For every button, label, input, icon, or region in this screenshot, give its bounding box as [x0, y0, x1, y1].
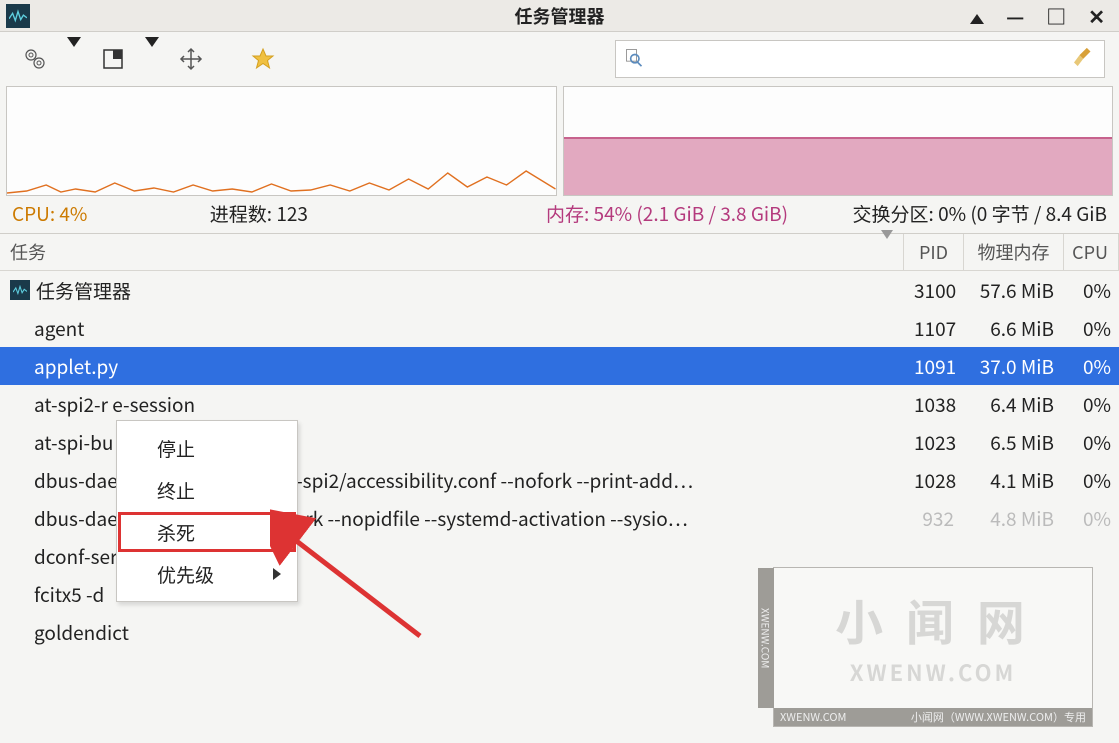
- window-close-button[interactable]: ✕: [1088, 1, 1105, 30]
- context-menu-item[interactable]: 优先级: [117, 553, 297, 595]
- process-mem-cell: 6.6 MiB: [964, 315, 1064, 342]
- search-icon: [624, 47, 644, 72]
- process-name-cell: 任务管理器: [0, 277, 904, 304]
- process-cpu-cell: 0%: [1064, 505, 1119, 532]
- process-cpu-cell: 0%: [1064, 391, 1119, 418]
- col-header-cpu[interactable]: CPU: [1064, 234, 1119, 270]
- process-cpu-cell: 0%: [1064, 467, 1119, 494]
- search-input[interactable]: [652, 47, 1066, 71]
- process-cpu-cell: 0%: [1064, 315, 1119, 342]
- swap-stat: 交换分区: 0% (0 字节 / 8.4 GiB: [853, 200, 1107, 227]
- title-bar: 任务管理器 — □ ✕: [0, 0, 1119, 32]
- process-name-cell: at-spi2-r e-session: [0, 391, 904, 418]
- window-up-icon[interactable]: [970, 1, 984, 30]
- watermark-overlay: XWENW.COM 小 闻 网 XWENW.COM XWENW.COM小闻网（W…: [773, 567, 1093, 727]
- view-dropdown[interactable]: [140, 41, 164, 77]
- window-maximize-button[interactable]: □: [1046, 1, 1066, 30]
- table-row[interactable]: applet.py109137.0 MiB0%: [0, 347, 1119, 385]
- process-name-cell: agent: [0, 315, 904, 342]
- window-minimize-button[interactable]: —: [1006, 1, 1024, 30]
- window-title: 任务管理器: [0, 3, 1119, 29]
- context-menu-item[interactable]: 杀死: [117, 511, 297, 553]
- gear-icon[interactable]: [14, 41, 56, 77]
- app-icon: [6, 4, 30, 28]
- context-menu: 停止终止杀死优先级: [116, 420, 298, 602]
- col-header-name[interactable]: 任务: [0, 234, 904, 270]
- process-pid-cell: 932: [904, 505, 964, 532]
- cpu-stat: CPU: 4%: [12, 200, 210, 227]
- context-menu-item[interactable]: 停止: [117, 427, 297, 469]
- process-name-cell: applet.py: [0, 353, 904, 380]
- process-mem-cell: 57.6 MiB: [964, 277, 1064, 304]
- process-mem-cell: 37.0 MiB: [964, 353, 1064, 380]
- table-row[interactable]: at-spi2-r e-session10386.4 MiB0%: [0, 385, 1119, 423]
- memory-stat: 内存: 54% (2.1 GiB / 3.8 GiB): [546, 200, 853, 227]
- col-header-mem[interactable]: 物理内存: [964, 234, 1064, 270]
- process-mem-cell: 6.4 MiB: [964, 391, 1064, 418]
- process-cpu-cell: 0%: [1064, 277, 1119, 304]
- process-pid-cell: 1028: [904, 467, 964, 494]
- process-cpu-cell: 0%: [1064, 353, 1119, 380]
- col-header-pid[interactable]: PID: [904, 234, 964, 270]
- sort-indicator-icon: [881, 239, 893, 265]
- table-row[interactable]: agent11076.6 MiB0%: [0, 309, 1119, 347]
- search-box[interactable]: [615, 40, 1105, 78]
- gear-dropdown[interactable]: [62, 41, 86, 77]
- process-pid-cell: 1107: [904, 315, 964, 342]
- stats-bar: CPU: 4% 进程数: 123 内存: 54% (2.1 GiB / 3.8 …: [0, 196, 1119, 233]
- process-mem-cell: 4.1 MiB: [964, 467, 1064, 494]
- move-icon[interactable]: [170, 41, 212, 77]
- toolbar: [0, 32, 1119, 86]
- process-pid-cell: 1038: [904, 391, 964, 418]
- process-cpu-cell: 0%: [1064, 429, 1119, 456]
- process-mem-cell: 4.8 MiB: [964, 505, 1064, 532]
- process-pid-cell: 3100: [904, 277, 964, 304]
- process-pid-cell: 1023: [904, 429, 964, 456]
- process-count-stat: 进程数: 123: [210, 200, 546, 227]
- star-icon[interactable]: [242, 41, 284, 77]
- graphs-row: [0, 86, 1119, 196]
- memory-graph: [563, 86, 1114, 196]
- broom-icon[interactable]: [1074, 46, 1096, 73]
- context-menu-item[interactable]: 终止: [117, 469, 297, 511]
- cpu-graph: [6, 86, 557, 196]
- column-headers: 任务 PID 物理内存 CPU: [0, 233, 1119, 271]
- process-mem-cell: 6.5 MiB: [964, 429, 1064, 456]
- table-row[interactable]: 任务管理器310057.6 MiB0%: [0, 271, 1119, 309]
- view-icon[interactable]: [92, 41, 134, 77]
- process-pid-cell: 1091: [904, 353, 964, 380]
- process-icon: [10, 280, 30, 300]
